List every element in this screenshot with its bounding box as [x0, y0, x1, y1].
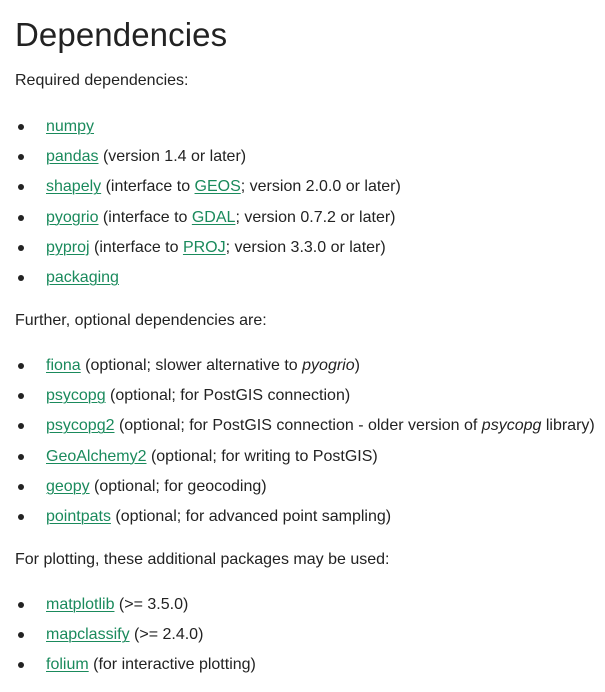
link-psycopg2[interactable]: psycopg2	[46, 417, 115, 434]
bullet-icon	[18, 453, 24, 460]
bullet-icon	[18, 423, 24, 430]
list-item: shapely (interface to GEOS; version 2.0.…	[15, 176, 401, 206]
link-pyproj[interactable]: pyproj	[46, 239, 90, 256]
item-note: (optional; for writing to PostGIS)	[146, 447, 378, 465]
item-note: ; version 3.3.0 or later)	[225, 238, 386, 256]
item-note: (interface to	[98, 208, 192, 226]
item-note: (>= 2.4.0)	[129, 626, 204, 644]
bullet-icon	[18, 214, 24, 221]
item-note: (optional; for PostGIS connection - olde…	[114, 417, 482, 435]
optional-list: fiona (optional; slower alternative to p…	[15, 355, 595, 536]
list-item: psycopg2 (optional; for PostGIS connecti…	[15, 415, 595, 445]
bullet-icon	[18, 154, 24, 161]
item-emphasis: pyogrio	[302, 357, 355, 374]
bullet-icon	[18, 184, 24, 191]
link-pandas[interactable]: pandas	[46, 148, 99, 165]
link-geos[interactable]: GEOS	[195, 178, 241, 195]
item-emphasis: psycopg	[481, 417, 542, 435]
link-geopy[interactable]: geopy	[46, 478, 90, 495]
link-fiona[interactable]: fiona	[46, 357, 81, 374]
link-pointpats[interactable]: pointpats	[46, 508, 111, 525]
item-note: (for interactive plotting)	[88, 656, 256, 674]
list-item: pyproj (interface to PROJ; version 3.3.0…	[15, 237, 401, 267]
list-item: psycopg (optional; for PostGIS connectio…	[15, 385, 595, 415]
link-mapclassify[interactable]: mapclassify	[46, 626, 130, 643]
link-packaging[interactable]: packaging	[46, 269, 119, 286]
bullet-icon	[18, 244, 24, 251]
list-item: pointpats (optional; for advanced point …	[15, 506, 595, 536]
item-note: ; version 0.7.2 or later)	[235, 208, 396, 226]
dependencies-page: Dependencies Required dependencies: nump…	[0, 0, 605, 692]
bullet-icon	[18, 662, 24, 669]
bullet-icon	[18, 602, 24, 608]
link-numpy[interactable]: numpy	[46, 118, 94, 135]
list-item: geopy (optional; for geocoding)	[15, 476, 595, 506]
item-note: (optional; for advanced point sampling)	[110, 507, 392, 525]
item-note: library)	[541, 417, 595, 435]
bullet-icon	[18, 393, 24, 400]
link-shapely[interactable]: shapely	[46, 178, 101, 195]
list-item: GeoAlchemy2 (optional; for writing to Po…	[15, 446, 595, 476]
list-item: matplotlib (>= 3.5.0)	[15, 594, 256, 624]
link-proj[interactable]: PROJ	[183, 239, 226, 256]
item-note: )	[354, 357, 360, 374]
plotting-intro: For plotting, these additional packages …	[15, 551, 390, 568]
list-item: fiona (optional; slower alternative to p…	[15, 355, 595, 385]
link-gdal[interactable]: GDAL	[192, 209, 236, 226]
bullet-icon	[18, 124, 24, 130]
item-note: (interface to	[89, 238, 183, 256]
list-item: pyogrio (interface to GDAL; version 0.7.…	[15, 207, 401, 237]
bullet-icon	[18, 632, 24, 639]
list-item: packaging	[15, 267, 401, 297]
bullet-icon	[18, 274, 24, 281]
item-note: (interface to	[101, 178, 195, 196]
required-intro: Required dependencies:	[15, 72, 189, 89]
list-item: pandas (version 1.4 or later)	[15, 146, 401, 176]
list-item: folium (for interactive plotting)	[15, 654, 256, 684]
list-item: numpy	[15, 116, 401, 146]
optional-intro: Further, optional dependencies are:	[15, 312, 267, 329]
item-note: ; version 2.0.0 or later)	[240, 178, 401, 196]
link-folium[interactable]: folium	[46, 656, 89, 673]
bullet-icon	[18, 513, 24, 520]
required-list: numpy pandas (version 1.4 or later) shap…	[15, 116, 401, 297]
link-matplotlib[interactable]: matplotlib	[46, 596, 114, 613]
link-pyogrio[interactable]: pyogrio	[46, 209, 98, 226]
item-note: (optional; slower alternative to	[80, 357, 303, 374]
bullet-icon	[18, 363, 24, 369]
item-note: (optional; for PostGIS connection)	[105, 387, 351, 405]
item-note: (>= 3.5.0)	[114, 596, 189, 613]
bullet-icon	[18, 483, 24, 490]
list-item: mapclassify (>= 2.4.0)	[15, 624, 256, 654]
link-psycopg[interactable]: psycopg	[46, 387, 106, 404]
item-note: (version 1.4 or later)	[98, 148, 247, 166]
plotting-list: matplotlib (>= 3.5.0) mapclassify (>= 2.…	[15, 594, 256, 685]
link-geoalchemy2[interactable]: GeoAlchemy2	[46, 448, 147, 465]
item-note: (optional; for geocoding)	[89, 477, 267, 495]
page-title: Dependencies	[15, 16, 228, 53]
